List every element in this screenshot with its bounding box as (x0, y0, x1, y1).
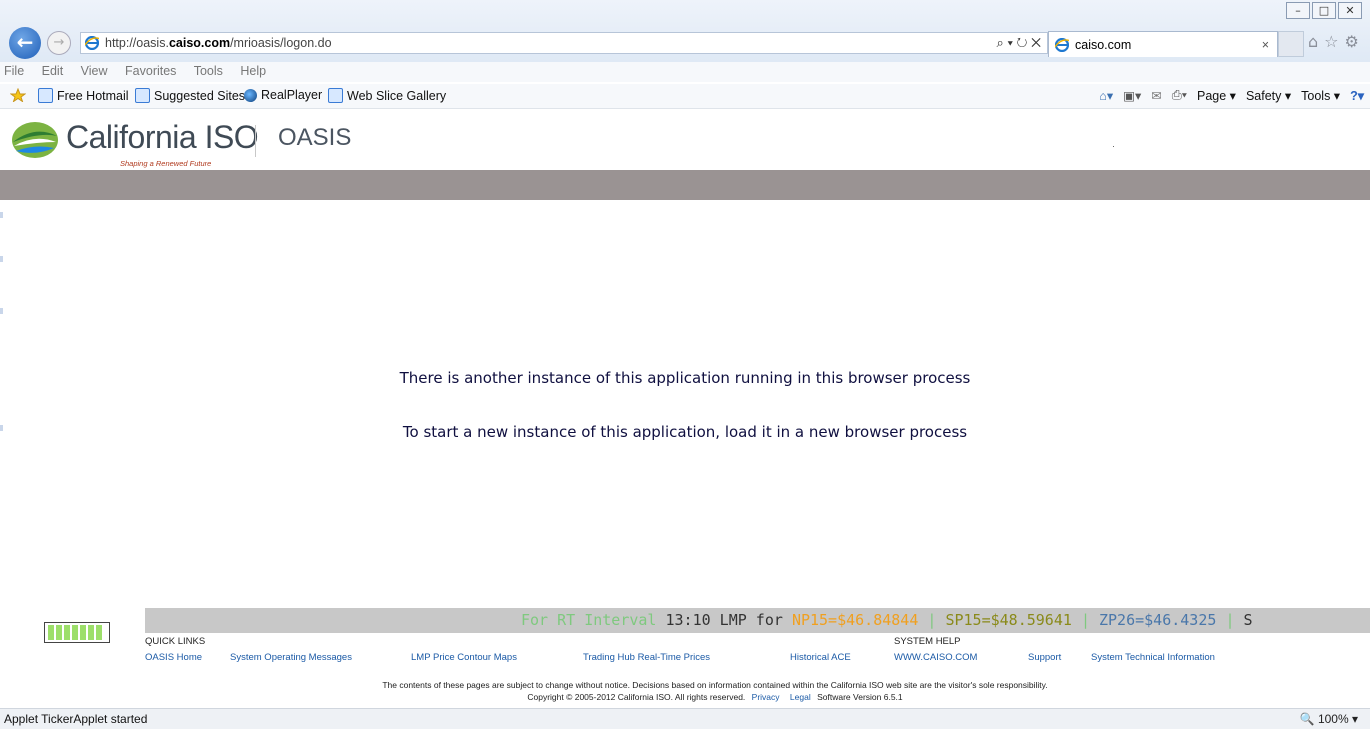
tools-menu[interactable]: Tools ▾ (1301, 88, 1340, 103)
link-lmp-price-contour-maps[interactable]: LMP Price Contour Maps (411, 652, 517, 663)
forward-button[interactable]: → (47, 31, 71, 55)
menu-help[interactable]: Help (240, 64, 266, 78)
menu-favorites[interactable]: Favorites (125, 64, 176, 78)
favorites-bar: Free Hotmail Suggested Sites RealPlayer … (0, 84, 1370, 109)
tab-label: caiso.com (1075, 38, 1132, 52)
minimize-button[interactable]: – (1286, 2, 1310, 19)
status-bar: Applet TickerApplet started 🔍 100% ▾ (0, 708, 1370, 729)
lmp-ticker: For RT Interval 13:10 LMP for NP15=$46.8… (145, 608, 1370, 633)
menu-view[interactable]: View (81, 64, 108, 78)
home-icon[interactable]: ⌂▾ (1099, 88, 1113, 103)
applet-progress-segment (72, 625, 78, 640)
ie-logo-icon (1055, 38, 1069, 52)
legal-link[interactable]: Legal (790, 692, 811, 702)
logo-tagline: Shaping a Renewed Future (120, 159, 212, 168)
window-controls: – □ ✕ (1284, 2, 1362, 19)
header-dot (1113, 146, 1114, 147)
command-bar: ⌂▾ ▣▾ ✉ ⎙▾ Page ▾ Safety ▾ Tools ▾ ?▾ (1089, 88, 1364, 103)
privacy-link[interactable]: Privacy (752, 692, 780, 702)
page-menu[interactable]: Page ▾ (1197, 88, 1236, 103)
zoom-icon: 🔍 (1299, 712, 1315, 726)
applet-progress-segment (80, 625, 86, 640)
close-window-button[interactable]: ✕ (1338, 2, 1362, 19)
favorite-free-hotmail[interactable]: Free Hotmail (38, 88, 129, 103)
link-system-technical-information[interactable]: System Technical Information (1091, 652, 1215, 663)
back-arrow-icon: ← (16, 30, 34, 54)
caiso-logo-icon (12, 122, 58, 158)
copyright-line: Copyright © 2005-2012 California ISO. Al… (0, 692, 1370, 702)
print-icon[interactable]: ⎙▾ (1172, 88, 1187, 103)
software-version: Software Version 6.5.1 (817, 692, 903, 702)
copyright-text: Copyright © 2005-2012 California ISO. Al… (527, 692, 746, 702)
applet-progress-segment (88, 625, 94, 640)
ticker-np15: NP15=$46.84844 (791, 611, 919, 629)
instance-message: There is another instance of this applic… (399, 369, 971, 387)
quick-links-label: QUICK LINKS (145, 636, 206, 647)
back-button[interactable]: ← (9, 27, 41, 59)
ticker-applet-indicator (44, 622, 110, 643)
logo-text: California ISO (66, 119, 259, 155)
toolbar-right-icons: ⌂☆⚙ (1308, 32, 1365, 51)
url-text: http://oasis.caiso.com/mrioasis/logon.do (105, 36, 332, 50)
menu-tools[interactable]: Tools (194, 64, 223, 78)
status-text: Applet TickerApplet started (4, 712, 148, 726)
help-icon[interactable]: ?▾ (1350, 88, 1364, 103)
instance-help-message: To start a new instance of this applicat… (402, 423, 968, 441)
menu-bar: File Edit View Favorites Tools Help (0, 62, 1370, 82)
link-support[interactable]: Support (1028, 652, 1061, 663)
ticker-separator: | (1225, 611, 1235, 629)
ticker-prefix: For RT Interval (521, 611, 657, 629)
favorite-suggested-sites[interactable]: Suggested Sites (135, 88, 245, 103)
safety-menu[interactable]: Safety ▾ (1246, 88, 1291, 103)
zoom-control[interactable]: 🔍 100% ▾ (1300, 709, 1358, 729)
home-icon[interactable]: ⌂ (1308, 32, 1324, 51)
disclaimer-text: The contents of these pages are subject … (382, 680, 1048, 690)
star-icon[interactable]: ☆ (1324, 32, 1344, 51)
applet-progress-segment (64, 625, 70, 640)
link-caiso-website[interactable]: WWW.CAISO.COM (894, 652, 977, 663)
link-historical-ace[interactable]: Historical ACE (790, 652, 851, 663)
globe-icon (244, 88, 257, 102)
tab-close-button[interactable]: × (1262, 33, 1269, 57)
ticker-zp26: ZP26=$46.4325 (1099, 611, 1217, 629)
menu-file[interactable]: File (4, 64, 24, 78)
forward-arrow-icon: → (53, 35, 65, 50)
applet-progress-segment (48, 625, 54, 640)
logo-divider (255, 125, 256, 157)
feeds-icon[interactable]: ▣▾ (1123, 88, 1141, 103)
ie-page-icon (38, 88, 53, 103)
mail-icon[interactable]: ✉ (1151, 88, 1161, 103)
ticker-trailing: S (1243, 611, 1253, 629)
gear-icon[interactable]: ⚙ (1345, 32, 1365, 51)
tab-caiso[interactable]: caiso.com × (1048, 31, 1278, 57)
ticker-sp15: SP15=$48.59641 (945, 611, 1072, 629)
system-help-label: SYSTEM HELP (894, 636, 961, 647)
new-tab-button[interactable] (1278, 31, 1304, 57)
favorites-star-button[interactable] (10, 88, 26, 102)
ticker-time: 13:10 LMP for (665, 611, 783, 629)
link-trading-hub-prices[interactable]: Trading Hub Real-Time Prices (583, 652, 710, 663)
edge-mark (0, 308, 3, 314)
applet-progress-segment (96, 625, 102, 640)
ie-logo-icon (85, 36, 99, 50)
app-name: OASIS (278, 124, 352, 151)
menu-edit[interactable]: Edit (42, 64, 64, 78)
link-oasis-home[interactable]: OASIS Home (145, 652, 202, 663)
edge-mark (0, 256, 3, 262)
ie-page-icon (328, 88, 343, 103)
ticker-separator: | (927, 611, 937, 629)
ie-page-icon (135, 88, 150, 103)
edge-mark (0, 212, 3, 218)
link-system-operating-messages[interactable]: System Operating Messages (230, 652, 352, 663)
favorite-web-slice-gallery[interactable]: Web Slice Gallery (328, 88, 446, 103)
applet-progress-segment (56, 625, 62, 640)
favorites-add-icon (10, 88, 26, 102)
header-bar (0, 170, 1370, 200)
favorite-realplayer[interactable]: RealPlayer (244, 88, 322, 102)
maximize-button[interactable]: □ (1312, 2, 1336, 19)
address-bar[interactable]: http://oasis.caiso.com/mrioasis/logon.do… (80, 32, 1048, 54)
address-controls[interactable]: ⌕ ▾ ↻ ✕ (997, 33, 1041, 53)
ticker-separator: | (1080, 611, 1090, 629)
